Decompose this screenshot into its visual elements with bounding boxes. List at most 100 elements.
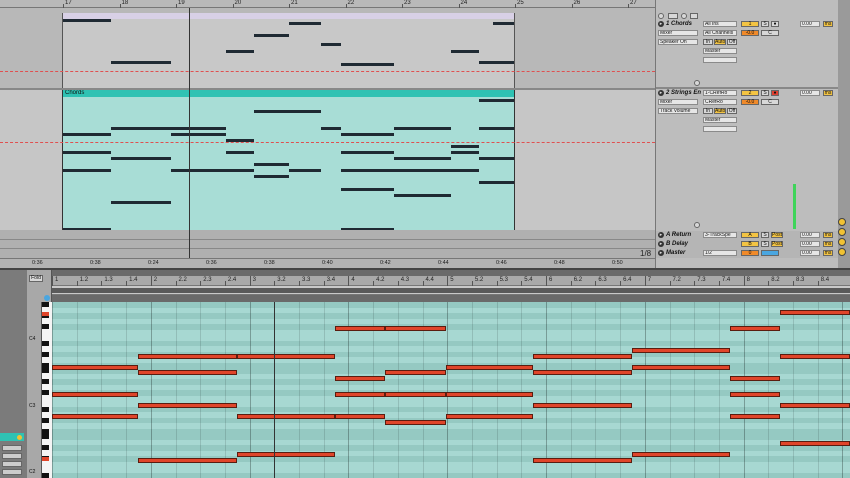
track-delay[interactable]: 0.00 bbox=[800, 250, 820, 256]
param-chooser[interactable]: Track Volume bbox=[658, 108, 698, 114]
monitor-off[interactable]: Off bbox=[727, 39, 737, 45]
loop-start-icon[interactable] bbox=[44, 295, 50, 301]
sends-toggle-icon[interactable] bbox=[690, 13, 698, 19]
post-button[interactable]: Post bbox=[771, 232, 783, 238]
clip-control[interactable] bbox=[2, 461, 22, 467]
track-lane-chords[interactable] bbox=[0, 8, 655, 88]
midi-note[interactable] bbox=[730, 392, 780, 397]
clip-control[interactable] bbox=[2, 453, 22, 459]
device-chooser[interactable]: Mixer bbox=[658, 30, 698, 36]
side-icon-1[interactable] bbox=[838, 218, 846, 226]
input-channel[interactable]: All Channels bbox=[703, 30, 737, 36]
black-key[interactable] bbox=[42, 445, 49, 450]
midi-note[interactable] bbox=[237, 354, 335, 359]
arrangement-bar-ruler[interactable]: 17 18 19 20 21 22 23 24 25 26 27 bbox=[0, 0, 655, 8]
midi-note[interactable] bbox=[385, 392, 446, 397]
piano-roll-ruler[interactable]: 1 1.2 1.3 1.4 2 2.2 2.3 2.4 3 3.2 3.3 3.4 4 4.2 4.3 4.4… bbox=[52, 276, 850, 286]
midi-note[interactable] bbox=[138, 354, 237, 359]
black-key[interactable] bbox=[42, 434, 49, 439]
add-device-icon[interactable] bbox=[694, 80, 700, 86]
volume-field[interactable]: -0.0 bbox=[741, 99, 759, 105]
track-activator[interactable]: 1 bbox=[741, 21, 759, 27]
delay-unit[interactable]: ms bbox=[823, 90, 833, 96]
arrangement-time-ruler[interactable]: 0:36 0:38 0:24 0:36 0:38 0:40 0:42 0:44 0:46 0:48… bbox=[0, 258, 681, 268]
monitor-in[interactable]: In bbox=[703, 39, 713, 45]
input-type[interactable]: 1-CRefRo bbox=[703, 90, 737, 96]
black-key[interactable] bbox=[42, 417, 49, 423]
midi-note[interactable] bbox=[780, 441, 850, 446]
midi-note[interactable] bbox=[237, 414, 335, 419]
solo-button[interactable]: S bbox=[761, 21, 769, 27]
solo-button[interactable]: S bbox=[761, 232, 769, 238]
midi-note[interactable] bbox=[335, 414, 385, 419]
fold-track-icon[interactable]: ▸ bbox=[658, 21, 664, 27]
track-activator[interactable]: 0 bbox=[741, 250, 759, 256]
quantize-display[interactable]: 1/8 bbox=[640, 249, 651, 258]
fold-track-icon[interactable]: ▸ bbox=[658, 90, 664, 96]
track-delay[interactable]: 0.00 bbox=[800, 90, 820, 96]
black-key[interactable] bbox=[42, 379, 49, 384]
midi-note[interactable] bbox=[730, 376, 780, 381]
midi-note[interactable] bbox=[632, 348, 730, 353]
track-name[interactable]: A Return bbox=[666, 232, 691, 238]
solo-button[interactable]: S bbox=[761, 90, 769, 96]
monitor-auto[interactable]: Auto bbox=[714, 39, 726, 45]
solo-button[interactable]: S bbox=[761, 241, 769, 247]
pan-field[interactable]: C bbox=[761, 30, 779, 36]
black-key[interactable] bbox=[42, 362, 49, 368]
delay-unit[interactable]: ms bbox=[823, 250, 833, 256]
track-lane-strings[interactable]: Chords bbox=[0, 90, 655, 230]
fold-track-icon[interactable]: ▸ bbox=[658, 232, 664, 238]
black-key[interactable] bbox=[42, 302, 49, 307]
output-chooser[interactable]: Master bbox=[703, 117, 737, 123]
midi-note[interactable] bbox=[780, 403, 850, 408]
black-key[interactable] bbox=[42, 428, 49, 434]
clip-chords[interactable]: Chords bbox=[62, 90, 515, 230]
track-activator[interactable]: A bbox=[741, 232, 759, 238]
track-delay[interactable]: 0.00 bbox=[800, 241, 820, 247]
add-device-icon[interactable] bbox=[694, 222, 700, 228]
side-icon-3[interactable] bbox=[838, 238, 846, 246]
midi-note[interactable] bbox=[446, 414, 533, 419]
clip-chords-grey[interactable] bbox=[62, 13, 515, 88]
clip-control[interactable] bbox=[2, 469, 22, 475]
monitor-off[interactable]: Off bbox=[727, 108, 737, 114]
midi-note[interactable] bbox=[446, 365, 533, 370]
volume-field[interactable]: -0.0 bbox=[741, 30, 759, 36]
delay-unit[interactable]: ms bbox=[823, 241, 833, 247]
output-chooser[interactable]: 1/2 bbox=[703, 250, 737, 256]
pan-field[interactable]: C bbox=[761, 99, 779, 105]
track-delay[interactable]: 0.00 bbox=[800, 232, 820, 238]
midi-note[interactable] bbox=[52, 414, 138, 419]
track-activator[interactable]: B bbox=[741, 241, 759, 247]
output-chooser[interactable]: Master bbox=[703, 48, 737, 54]
black-key[interactable] bbox=[42, 390, 49, 395]
side-icon-4[interactable] bbox=[838, 248, 846, 256]
fold-button[interactable]: Fold bbox=[29, 275, 43, 282]
midi-note[interactable] bbox=[533, 458, 632, 463]
black-key[interactable] bbox=[42, 351, 49, 357]
output-chooser[interactable]: 3-TrackSpe bbox=[703, 232, 737, 238]
midi-note[interactable] bbox=[533, 403, 632, 408]
midi-note[interactable] bbox=[780, 354, 850, 359]
output-sub[interactable] bbox=[703, 126, 737, 132]
midi-note[interactable] bbox=[385, 420, 446, 425]
midi-note[interactable] bbox=[335, 326, 385, 331]
midi-note[interactable] bbox=[138, 458, 237, 463]
fold-track-icon[interactable]: ▸ bbox=[658, 250, 664, 256]
fold-icon[interactable] bbox=[658, 13, 664, 19]
piano-keyboard[interactable] bbox=[41, 302, 52, 478]
midi-note[interactable] bbox=[730, 414, 780, 419]
track-name[interactable]: Master bbox=[666, 250, 685, 256]
midi-note[interactable] bbox=[335, 392, 385, 397]
track-activator[interactable]: 2 bbox=[741, 90, 759, 96]
arm-button[interactable]: ● bbox=[771, 90, 779, 96]
clip-header[interactable] bbox=[63, 13, 514, 19]
delay-unit[interactable]: ms bbox=[823, 232, 833, 238]
device-chooser[interactable]: Mixer bbox=[658, 99, 698, 105]
black-key[interactable] bbox=[42, 472, 49, 478]
delay-unit[interactable]: ms bbox=[823, 21, 833, 27]
track-delay[interactable]: 0.00 bbox=[800, 21, 820, 27]
monitor-in[interactable]: In bbox=[703, 108, 713, 114]
loop-brace-bar[interactable] bbox=[52, 286, 850, 295]
